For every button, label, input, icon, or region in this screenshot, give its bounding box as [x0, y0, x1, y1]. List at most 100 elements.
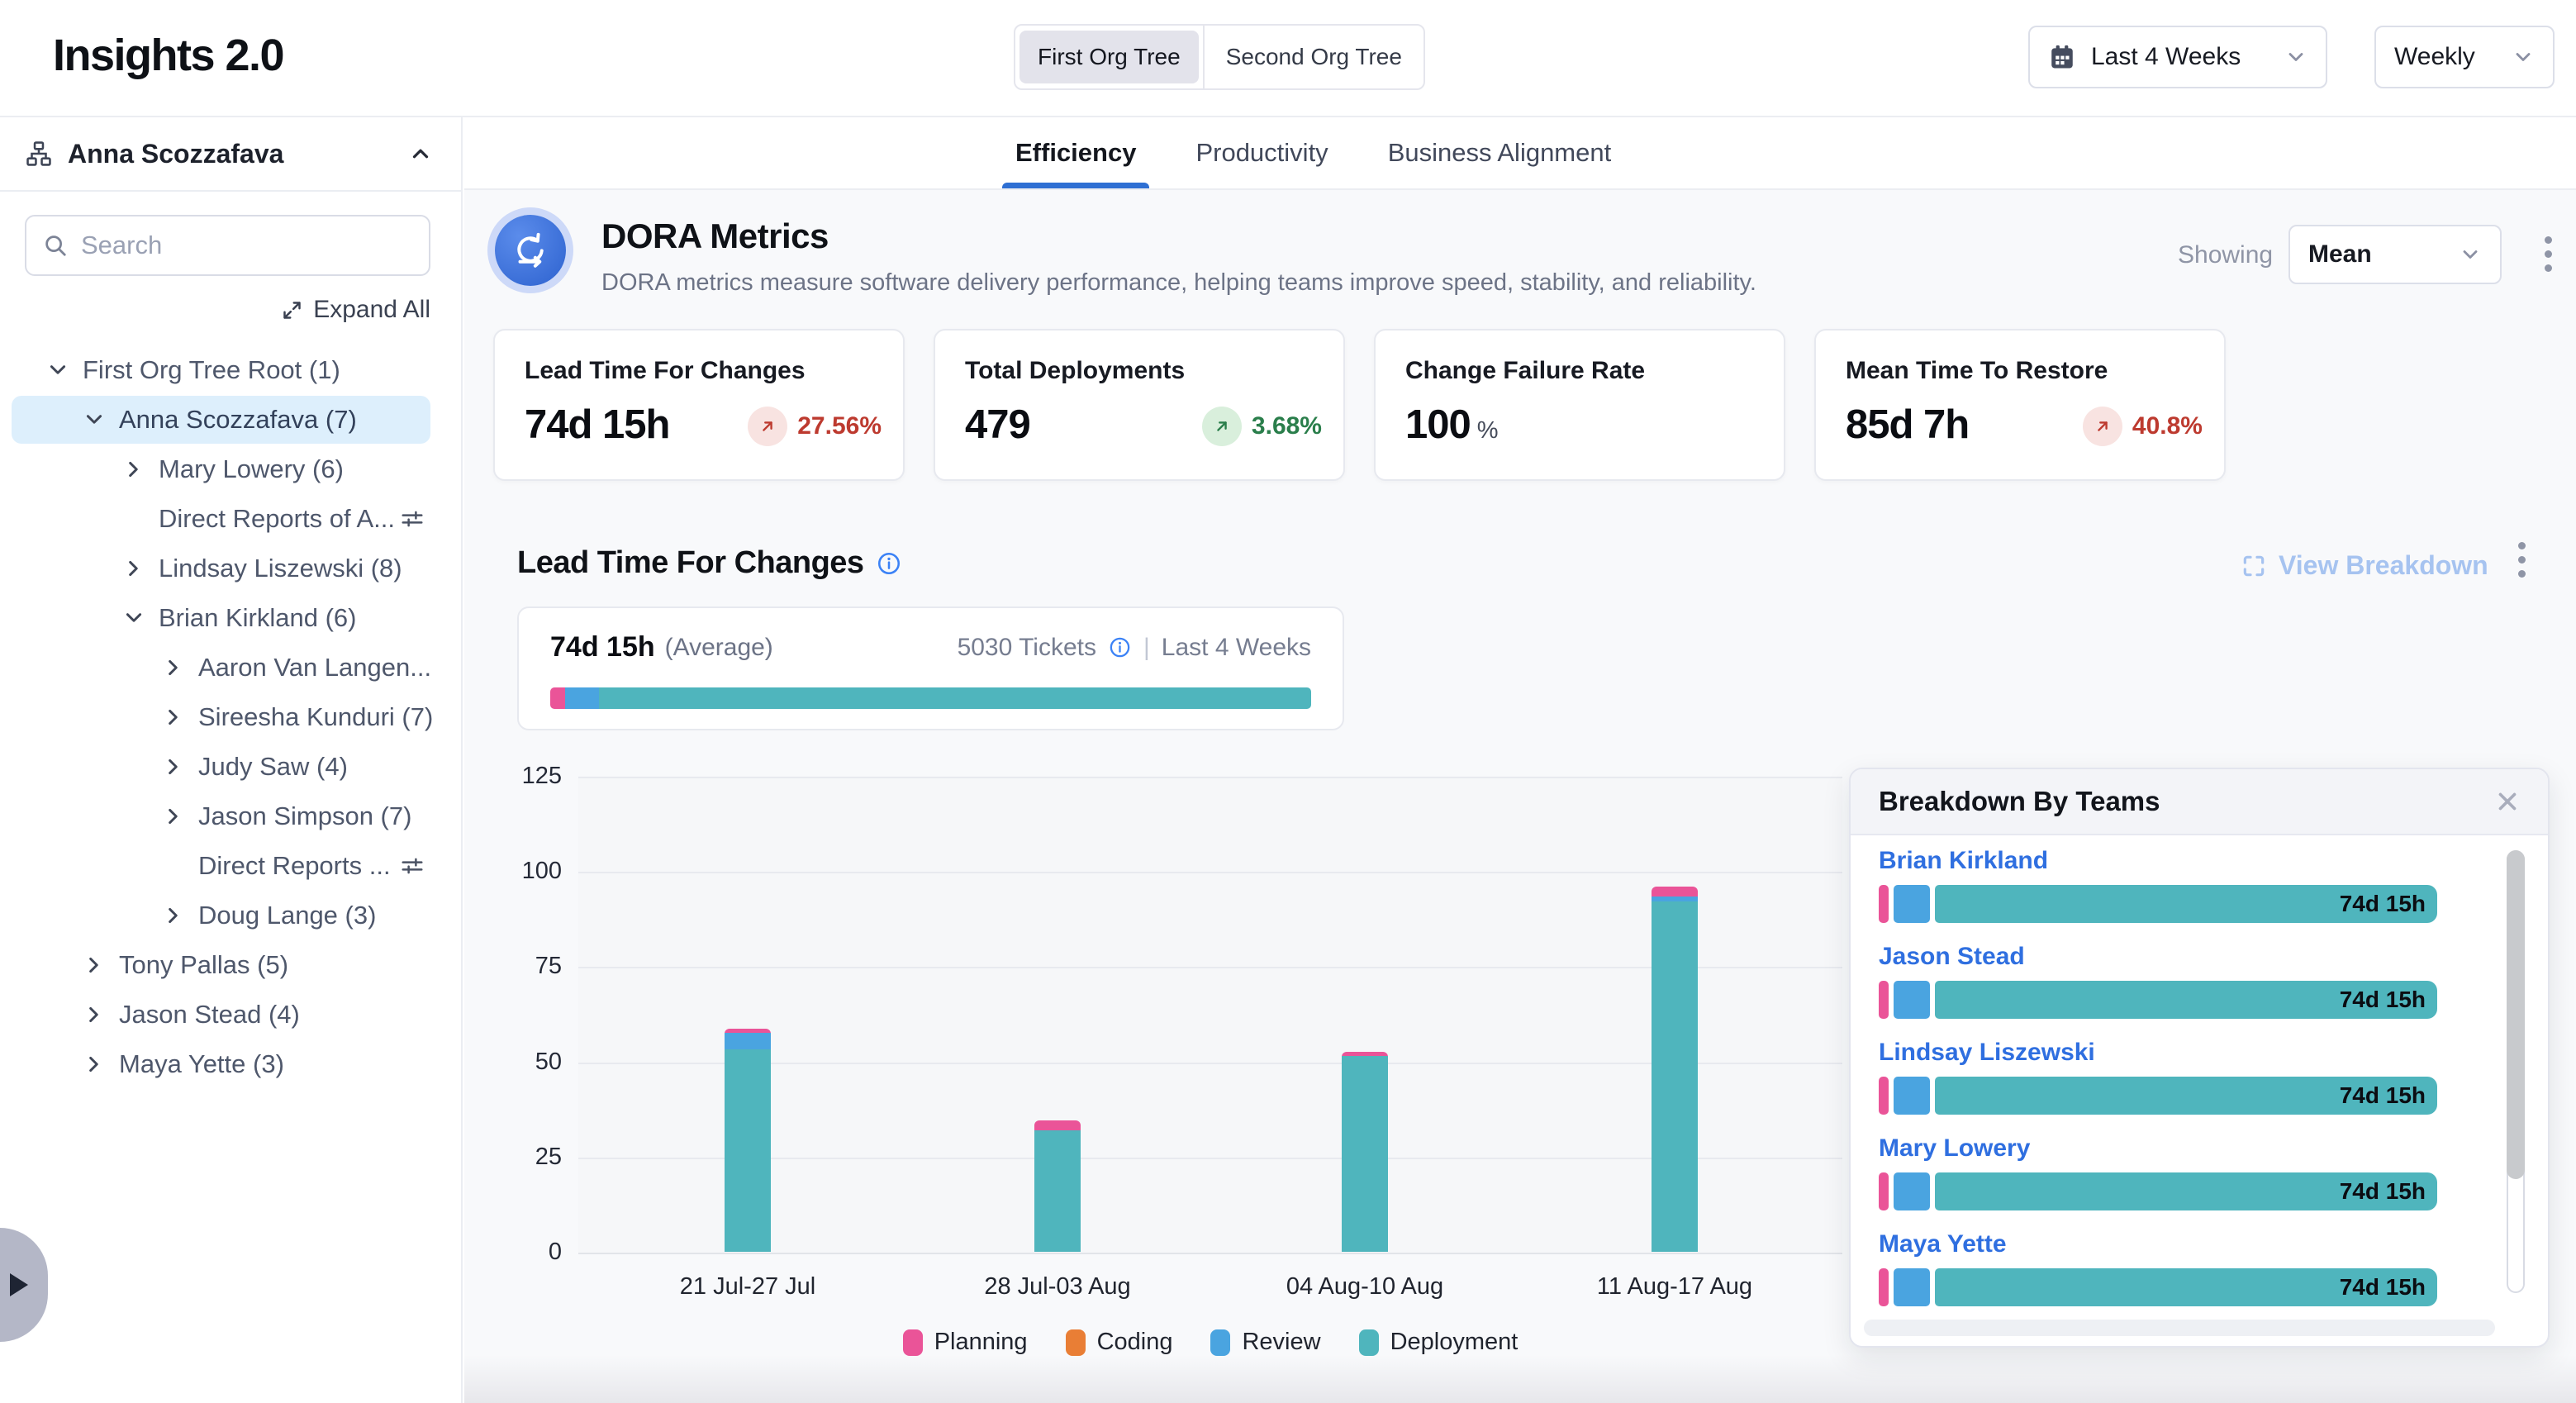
tab-productivity[interactable]: Productivity: [1186, 117, 1338, 188]
stacked-bar-3[interactable]: [1342, 1052, 1388, 1252]
stacked-bar-2[interactable]: [1034, 1120, 1081, 1252]
chevron-down-icon[interactable]: [83, 408, 106, 431]
tab-business-alignment[interactable]: Business Alignment: [1378, 117, 1622, 188]
tree-item[interactable]: Brian Kirkland (6): [0, 593, 461, 643]
breakdown-row: Mary Lowery74d 15h: [1879, 1134, 2437, 1210]
org-tree-icon: [25, 140, 53, 168]
metric-card-total-deployments: Total Deployments4793.68%: [934, 329, 1345, 481]
bar-segment-deployment: [1342, 1056, 1388, 1252]
chevron-right-icon[interactable]: [83, 1003, 106, 1026]
bar-segment-deployment: 74d 15h: [1935, 1077, 2437, 1115]
app-title: Insights 2.0: [53, 30, 283, 81]
showing-select[interactable]: Mean: [2288, 225, 2502, 284]
bar-segment-deployment: [1034, 1130, 1081, 1252]
showing-label: Showing: [2178, 241, 2273, 269]
panel-horizontal-scrollbar[interactable]: [1864, 1320, 2495, 1336]
stacked-bar-1[interactable]: [725, 1029, 771, 1252]
metric-delta-badge: 3.68%: [1202, 407, 1322, 446]
legend-label: Planning: [934, 1329, 1028, 1356]
legend-label: Coding: [1097, 1329, 1173, 1356]
sidebar-header[interactable]: Anna Scozzafava: [0, 117, 461, 192]
legend-swatch: [1210, 1329, 1230, 1356]
team-phase-bar: 74d 15h: [1879, 1077, 2437, 1115]
tree-item[interactable]: Jason Simpson (7): [0, 792, 461, 841]
chevron-up-icon[interactable]: [408, 141, 433, 166]
tree-item[interactable]: Doug Lange (3): [0, 891, 461, 940]
tree-item[interactable]: Lindsay Liszewski (8): [0, 544, 461, 593]
chevron-right-icon[interactable]: [122, 458, 145, 481]
info-icon[interactable]: [876, 550, 902, 577]
x-axis-tick-label: 21 Jul-27 Jul: [599, 1273, 896, 1301]
filter-sliders-icon[interactable]: [400, 507, 425, 531]
tree-item-label: Mary Lowery (6): [159, 454, 344, 484]
tree-item-label: First Org Tree Root (1): [83, 355, 340, 385]
org-tree-toggle[interactable]: First Org TreeSecond Org Tree: [1014, 24, 1425, 90]
summary-bar-segment-review: [565, 687, 599, 709]
tree-item[interactable]: Mary Lowery (6): [0, 445, 461, 494]
legend-swatch: [1359, 1329, 1379, 1356]
close-button[interactable]: [2493, 787, 2521, 816]
tree-item[interactable]: Maya Yette (3): [0, 1039, 461, 1089]
x-axis-tick-label: 11 Aug-17 Aug: [1526, 1273, 1823, 1301]
tree-item[interactable]: Aaron Van Langen...: [0, 643, 461, 692]
chevron-right-icon[interactable]: [83, 1053, 106, 1076]
bar-segment-deployment: 74d 15h: [1935, 1268, 2437, 1306]
stacked-bar-4[interactable]: [1652, 887, 1698, 1252]
tree-item[interactable]: Direct Reports ...: [0, 841, 461, 891]
tree-item-label: Direct Reports of A...: [159, 504, 395, 534]
team-name-link[interactable]: Mary Lowery: [1879, 1134, 2437, 1163]
tree-item[interactable]: Jason Stead (4): [0, 990, 461, 1039]
y-axis-tick-label: 75: [468, 953, 562, 980]
filter-sliders-icon[interactable]: [400, 854, 425, 878]
tab-efficiency[interactable]: Efficiency: [1005, 117, 1146, 188]
bar-segment-deployment: [1652, 901, 1698, 1252]
section-header: Lead Time For Changes: [517, 545, 902, 581]
legend-swatch: [903, 1329, 923, 1356]
granularity-select[interactable]: Weekly: [2374, 26, 2555, 88]
caret-right-icon: [10, 1273, 28, 1296]
lead-time-chart-plot: [578, 776, 1842, 1253]
metric-card-title: Mean Time To Restore: [1846, 357, 2108, 385]
tree-item[interactable]: Judy Saw (4): [0, 742, 461, 792]
team-name-link[interactable]: Jason Stead: [1879, 943, 2437, 971]
tree-item[interactable]: Anna Scozzafava (7): [0, 395, 461, 445]
date-range-select[interactable]: Last 4 Weeks: [2028, 26, 2327, 88]
chevron-right-icon[interactable]: [162, 706, 185, 729]
tree-item[interactable]: Direct Reports of A...: [0, 494, 461, 544]
chevron-down-icon[interactable]: [122, 606, 145, 630]
section-kebab-menu[interactable]: [2518, 542, 2526, 578]
org-tree-toggle-option-1[interactable]: First Org Tree: [1019, 31, 1199, 83]
panel-scrollbar[interactable]: [2507, 850, 2525, 1293]
tree-chevron-spacer: [122, 507, 145, 530]
view-breakdown-button[interactable]: View Breakdown: [2241, 550, 2488, 581]
chevron-down-icon[interactable]: [46, 359, 69, 382]
chevron-right-icon[interactable]: [122, 557, 145, 580]
tree-item[interactable]: First Org Tree Root (1): [0, 345, 461, 395]
chevron-right-icon[interactable]: [162, 755, 185, 778]
chevron-down-icon: [2512, 45, 2535, 69]
tree-item-label: Jason Stead (4): [119, 1000, 300, 1030]
breakdown-panel-title: Breakdown By Teams: [1879, 786, 2160, 817]
team-name-link[interactable]: Maya Yette: [1879, 1230, 2437, 1258]
chevron-right-icon[interactable]: [162, 805, 185, 828]
team-name-link[interactable]: Brian Kirkland: [1879, 847, 2437, 875]
tree-chevron-spacer: [162, 854, 185, 877]
dora-kebab-menu[interactable]: [2545, 236, 2552, 272]
bar-segment-review: [1894, 1172, 1930, 1210]
team-phase-bar: 74d 15h: [1879, 981, 2437, 1019]
tree-item[interactable]: Tony Pallas (5): [0, 940, 461, 990]
chevron-right-icon[interactable]: [162, 656, 185, 679]
info-icon[interactable]: [1108, 635, 1132, 659]
org-tree-toggle-option-2[interactable]: Second Org Tree: [1205, 26, 1423, 88]
chevron-right-icon[interactable]: [162, 904, 185, 927]
expand-all-icon: [281, 299, 303, 321]
bar-segment-deployment: [725, 1049, 771, 1251]
search-input[interactable]: [81, 231, 412, 260]
tree-item[interactable]: Sireesha Kunduri (7): [0, 692, 461, 742]
legend-item-planning: Planning: [903, 1329, 1028, 1356]
expand-all-button[interactable]: Expand All: [25, 296, 430, 324]
panel-scrollbar-thumb[interactable]: [2507, 850, 2525, 1179]
bar-segment-review: [725, 1033, 771, 1050]
chevron-right-icon[interactable]: [83, 954, 106, 977]
team-name-link[interactable]: Lindsay Liszewski: [1879, 1039, 2437, 1067]
